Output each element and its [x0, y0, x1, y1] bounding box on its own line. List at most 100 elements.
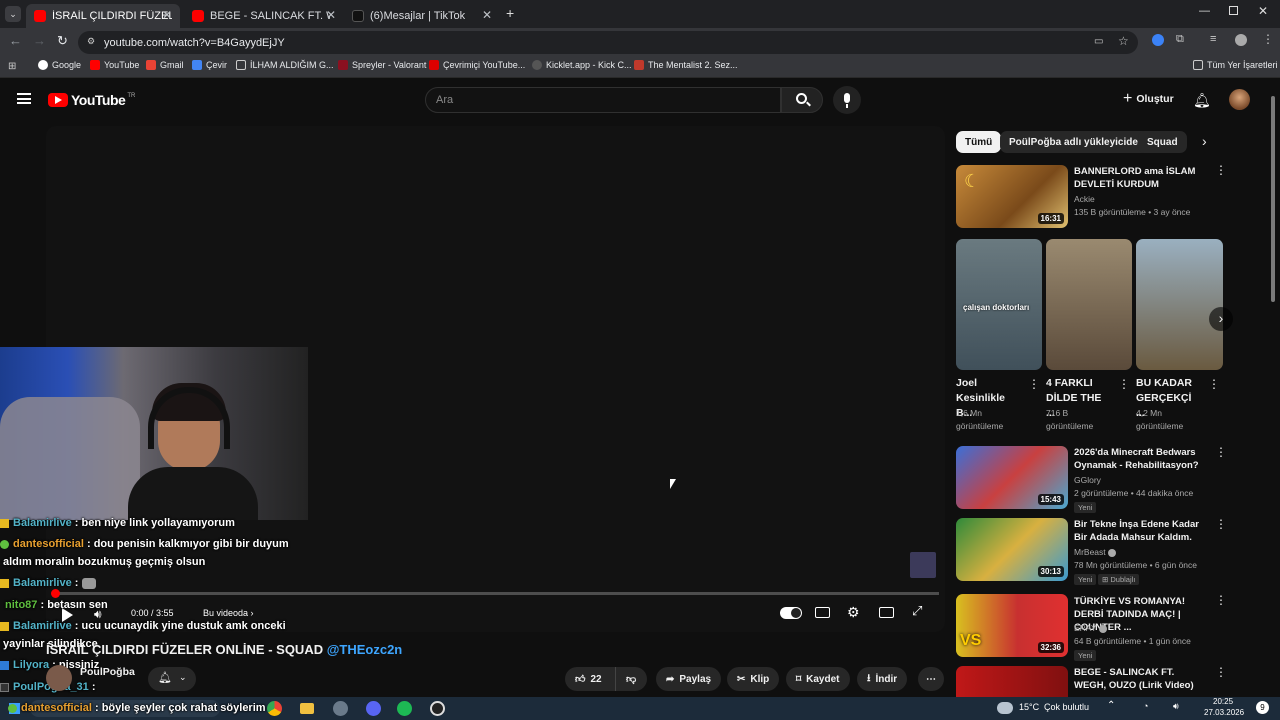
mention-link[interactable]: @THEozc2n	[327, 642, 403, 657]
voice-search-button[interactable]	[833, 86, 861, 114]
shorts-next-button[interactable]: ›	[1209, 307, 1233, 331]
address-bar[interactable]: ⚙ youtube.com/watch?v=B4GayydEjJY ▭ ☆	[78, 31, 1138, 54]
more-options-icon[interactable]: ⋮	[1215, 666, 1227, 684]
media-icon[interactable]: ≡	[1210, 33, 1216, 45]
extensions-puzzle-icon[interactable]: ⧉	[1176, 33, 1184, 46]
more-options-icon[interactable]: ⋮	[1215, 164, 1227, 182]
youtube-logo[interactable]: YouTube TR	[48, 92, 135, 108]
more-options-icon[interactable]: ⋮	[1118, 378, 1130, 396]
notifications-bell-icon[interactable]: 🔔︎	[1193, 92, 1211, 109]
channel-name[interactable]: ERAY	[1074, 622, 1107, 635]
reload-icon[interactable]: ↻	[57, 33, 68, 49]
save-button[interactable]: ⌑ Kaydet	[786, 667, 850, 691]
search-input[interactable]: Ara	[425, 87, 781, 113]
short-thumbnail[interactable]	[1136, 239, 1223, 370]
notification-badge[interactable]: 9	[1256, 701, 1269, 714]
discord-icon[interactable]	[366, 701, 381, 716]
close-icon[interactable]: ✕	[162, 8, 172, 22]
video-title[interactable]: BEGE - SALINCAK FT. WEGH, OUZO (Lirik Vi…	[1074, 666, 1204, 692]
tray-chevron-icon[interactable]: ⌃	[1107, 700, 1115, 711]
chrome-taskbar-icon[interactable]	[267, 701, 282, 716]
video-title[interactable]: Bir Tekne İnşa Edene Kadar Bir Adada Mah…	[1074, 518, 1204, 544]
volume-icon[interactable]: 🔊︎	[1173, 701, 1179, 712]
avatar[interactable]	[1229, 89, 1250, 110]
more-options-icon[interactable]: ⋮	[1028, 378, 1040, 396]
thumbnail-minecraft[interactable]: 15:43	[956, 446, 1068, 509]
short-thumbnail[interactable]	[1046, 239, 1132, 370]
clock-date[interactable]: 27.03.2026	[1204, 708, 1244, 717]
share-button[interactable]: ➦ Paylaş	[656, 667, 722, 691]
chip-squad[interactable]: Squad	[1138, 131, 1187, 153]
maximize-icon[interactable]	[1229, 6, 1238, 15]
close-icon[interactable]: ✕	[326, 8, 336, 22]
search-button[interactable]	[781, 87, 823, 113]
bookmark-google[interactable]: Google	[38, 60, 81, 70]
settings-gear-icon[interactable]: ⚙	[847, 604, 860, 621]
new-tab-button[interactable]: +	[506, 5, 514, 21]
dislike-button[interactable]: 👎︎	[615, 667, 647, 691]
forward-icon[interactable]: →	[33, 33, 46, 48]
subscribe-bell-button[interactable]: 🔔︎ ⌄	[148, 667, 196, 691]
scrollbar-thumb[interactable]	[1271, 96, 1275, 302]
chrome-menu-icon[interactable]: ⋮	[1262, 32, 1274, 46]
network-icon[interactable]: ◔	[1143, 701, 1148, 711]
fullscreen-icon[interactable]: ⤢	[912, 603, 922, 619]
bookmark-gmail[interactable]: Gmail	[146, 60, 184, 70]
video-title[interactable]: BANNERLORD ama İSLAM DEVLETİ KURDUM	[1074, 165, 1204, 191]
close-icon[interactable]: ✕	[482, 8, 492, 22]
bookmark-cevir[interactable]: Çevir	[192, 60, 227, 70]
short-thumbnail[interactable]: çalışan doktorları	[956, 239, 1042, 370]
file-explorer-icon[interactable]	[300, 703, 314, 714]
chip-uploader[interactable]: PoülPoğba adlı yükleyiciden	[1000, 131, 1154, 153]
more-options-icon[interactable]: ⋮	[1215, 446, 1227, 464]
thumbnail-eray[interactable]: VS 32:36	[956, 594, 1068, 657]
subtitles-icon[interactable]	[815, 607, 830, 618]
bookmark-cevrimici[interactable]: Çevrimiçi YouTube...	[429, 60, 525, 70]
theater-mode-icon[interactable]	[879, 607, 894, 618]
more-options-icon[interactable]: ⋮	[1215, 594, 1227, 612]
hamburger-menu-icon[interactable]	[17, 93, 31, 104]
channel-name[interactable]: Ackie	[1074, 193, 1095, 206]
tab-search-button[interactable]: ⌄	[5, 6, 21, 22]
chip-all[interactable]: Tümü	[956, 131, 1002, 153]
chevron-right-icon[interactable]: ›	[1202, 133, 1207, 149]
more-actions-button[interactable]: ⋯	[918, 667, 944, 691]
channel-avatar[interactable]	[46, 665, 72, 691]
apps-icon[interactable]: ⊞	[8, 61, 16, 72]
autoplay-toggle[interactable]	[780, 607, 802, 619]
app-icon[interactable]	[333, 701, 348, 716]
bookmark-youtube[interactable]: YouTube	[90, 60, 139, 70]
site-info-icon[interactable]: ⚙	[87, 36, 95, 47]
channel-name[interactable]: PoulPoğba	[80, 666, 135, 678]
thumbnail-mrbeast[interactable]: 30:13	[956, 518, 1068, 581]
scrubber-handle[interactable]	[51, 589, 60, 598]
all-bookmarks[interactable]: Tüm Yer İşaretleri	[1193, 60, 1278, 70]
create-button[interactable]: + Oluştur	[1115, 88, 1182, 110]
obs-icon[interactable]	[430, 701, 445, 716]
minimize-icon[interactable]: —	[1199, 5, 1210, 17]
page-scrollbar[interactable]	[1270, 92, 1276, 692]
bookmark-star-icon[interactable]: ☆	[1118, 34, 1129, 48]
progress-bar-track[interactable]	[52, 592, 939, 595]
spotify-icon[interactable]	[397, 701, 412, 716]
thumbnail-bannerlord[interactable]: ☾ 16:31	[956, 165, 1068, 228]
channel-watermark[interactable]	[910, 552, 936, 578]
tab-israil[interactable]: İSRAİL ÇILDIRDI FÜZELER ONLİ ✕	[26, 4, 180, 28]
bookmark-spreyler[interactable]: Spreyler - Valorant	[338, 60, 426, 70]
channel-name[interactable]: MrBeast	[1074, 546, 1117, 559]
video-title[interactable]: 2026'da Minecraft Bedwars Oynamak - Reha…	[1074, 446, 1204, 472]
bookmark-kicklet[interactable]: Kicklet.app - Kick C...	[532, 60, 632, 70]
back-icon[interactable]: ←	[9, 33, 22, 48]
channel-name[interactable]: GGlory	[1074, 474, 1101, 487]
extension-icon[interactable]	[1152, 34, 1164, 46]
tab-bege[interactable]: BEGE - SALINCAK FT. WEGH, O ✕	[184, 4, 344, 28]
profile-icon[interactable]	[1235, 34, 1247, 46]
window-close-icon[interactable]: ✕	[1258, 4, 1268, 18]
weather-text[interactable]: Çok bulutlu	[1044, 702, 1089, 712]
more-options-icon[interactable]: ⋮	[1215, 518, 1227, 536]
bookmark-mentalist[interactable]: The Mentalist 2. Sez...	[634, 60, 738, 70]
weather-temp[interactable]: 15°C	[1019, 702, 1039, 712]
like-button[interactable]: 👍︎ 22	[565, 667, 615, 691]
thumbnail-bege[interactable]	[956, 666, 1068, 697]
more-options-icon[interactable]: ⋮	[1208, 378, 1220, 396]
